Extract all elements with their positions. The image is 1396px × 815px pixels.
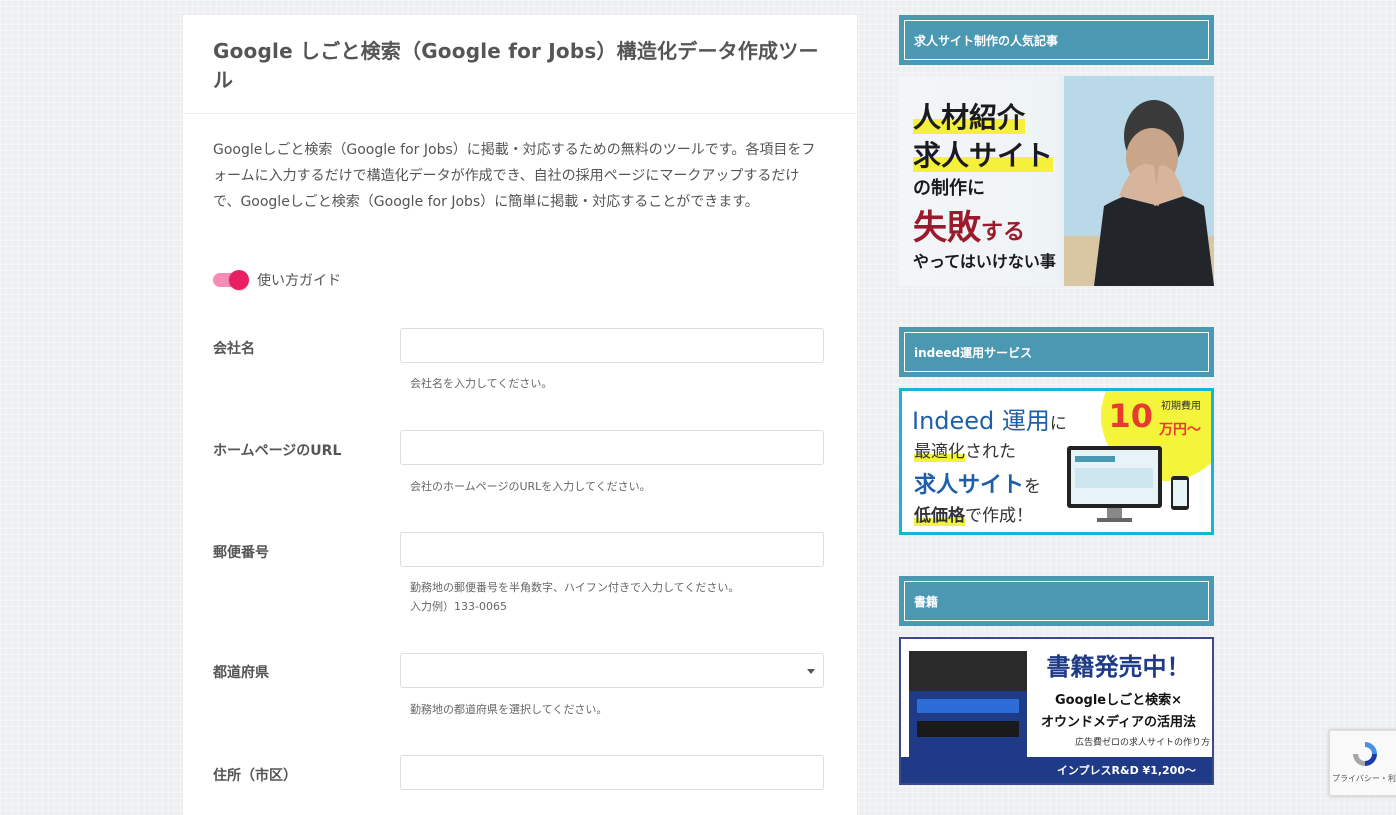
book-sub3: 広告費ゼロの求人サイトの作り方 bbox=[1074, 738, 1210, 748]
banner-recruit-site-article[interactable]: 人材紹介 求人サイト の制作に 失敗する やってはいけない事 bbox=[899, 76, 1214, 286]
recaptcha-badge[interactable]: プライバシー・利用規約 bbox=[1329, 730, 1396, 796]
widget-title-text: 求人サイト制作の人気記事 bbox=[914, 33, 1059, 48]
widget-title-text: indeed運用サービス bbox=[914, 345, 1033, 360]
banner2-word1: Indeed 運用 bbox=[912, 407, 1050, 435]
price-unit: 万円〜 bbox=[1159, 422, 1201, 438]
address-input[interactable] bbox=[400, 755, 824, 790]
banner2-word3b: を bbox=[1024, 477, 1042, 497]
banner2-word4b: で作成！ bbox=[965, 506, 1033, 526]
prefecture-select[interactable] bbox=[400, 653, 824, 688]
banner2-word3a: 求人サイト bbox=[914, 473, 1025, 498]
banner2-word2a: 最適化 bbox=[914, 442, 965, 462]
monitor-image bbox=[1067, 446, 1189, 522]
prefecture-help: 勤務地の都道府県を選択してください。 bbox=[410, 703, 608, 716]
homepage-help: 会社のホームページのURLを入力してください。 bbox=[410, 480, 651, 493]
book-footer: インプレスR&D ¥1,200〜 bbox=[901, 757, 1212, 783]
banner1-line4b: する bbox=[981, 220, 1026, 245]
toggle-knob[interactable] bbox=[229, 270, 249, 290]
banner1-line5: やってはいけない事 bbox=[913, 252, 1056, 271]
page-title: Google しごと検索（Google for Jobs）構造化データ作成ツール bbox=[213, 39, 819, 92]
banner-book[interactable]: 書籍発売中！ Googleしごと検索× オウンドメディアの活用法 広告費ゼロの求… bbox=[899, 637, 1214, 785]
person-image bbox=[1064, 76, 1214, 286]
postal-label: 郵便番号 bbox=[213, 545, 269, 561]
postal-example: 入力例）133-0065 bbox=[410, 600, 507, 613]
banner-indeed-service[interactable]: 初期費用 10 万円〜 Indeed 運用に 最適化された 求人サイトを 低価格… bbox=[899, 388, 1214, 535]
company-label: 会社名 bbox=[213, 341, 255, 357]
banner1-line1: 人材紹介 bbox=[913, 101, 1026, 134]
banner1-line4a: 失敗 bbox=[913, 208, 981, 248]
widget-title-indeed: indeed運用サービス bbox=[899, 327, 1214, 377]
guide-toggle-label: 使い方ガイド bbox=[257, 273, 341, 289]
price-label: 初期費用 bbox=[1161, 401, 1201, 412]
book-sub2: オウンドメディアの活用法 bbox=[1040, 715, 1197, 730]
main-content: Google しごと検索（Google for Jobs）構造化データ作成ツール… bbox=[183, 15, 857, 815]
chevron-down-icon bbox=[807, 669, 815, 674]
price-number: 10 bbox=[1108, 397, 1153, 435]
banner2-word4a: 低価格 bbox=[914, 506, 965, 526]
guide-toggle-row[interactable]: 使い方ガイド bbox=[213, 270, 341, 290]
widget-title-text: 書籍 bbox=[914, 594, 939, 609]
company-input[interactable] bbox=[400, 328, 824, 363]
postal-input[interactable] bbox=[400, 532, 824, 567]
page-header: Google しごと検索（Google for Jobs）構造化データ作成ツール bbox=[183, 15, 857, 114]
prefecture-label: 都道府県 bbox=[213, 665, 269, 681]
book-headline: 書籍発売中！ bbox=[1046, 653, 1191, 681]
banner2-word2b: された bbox=[965, 442, 1016, 462]
banner1-line2: 求人サイト bbox=[913, 139, 1054, 172]
guide-toggle[interactable] bbox=[213, 270, 249, 290]
postal-help: 勤務地の郵便番号を半角数字、ハイフン付きで入力してください。 bbox=[410, 581, 740, 594]
widget-title-books: 書籍 bbox=[899, 576, 1214, 626]
banner2-word1b: に bbox=[1049, 414, 1067, 434]
widget-title-popular: 求人サイト制作の人気記事 bbox=[899, 15, 1214, 65]
recaptcha-text: プライバシー・利用規約 bbox=[1332, 774, 1396, 783]
intro-text: Googleしごと検索（Google for Jobs）に掲載・対応するための無… bbox=[213, 142, 816, 210]
company-help: 会社名を入力してください。 bbox=[410, 377, 553, 390]
address-label: 住所（市区） bbox=[213, 768, 297, 784]
banner1-line3: の制作に bbox=[913, 178, 985, 199]
recaptcha-icon bbox=[1353, 742, 1377, 766]
homepage-input[interactable] bbox=[400, 430, 824, 465]
homepage-label: ホームページのURL bbox=[213, 443, 342, 459]
book-sub1: Googleしごと検索× bbox=[1054, 693, 1182, 708]
